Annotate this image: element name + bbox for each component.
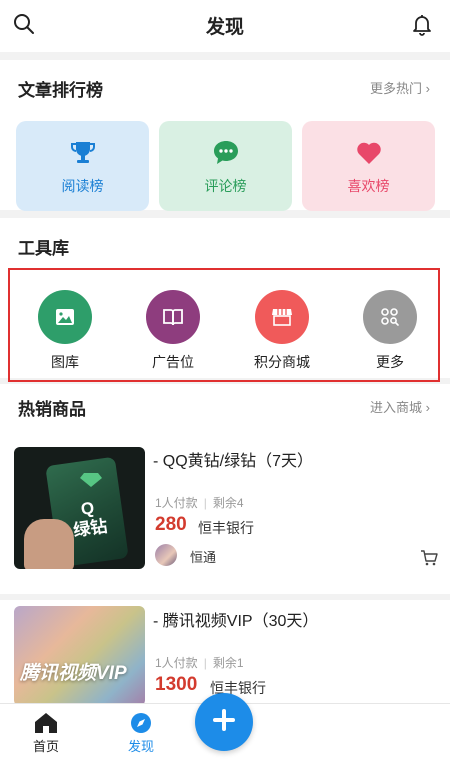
product-stats: 1人付款 | 剩余1 — [155, 656, 244, 670]
top-bar: 发现 — [0, 0, 450, 52]
read-ranking-label: 阅读榜 — [61, 178, 104, 194]
shop-icon — [255, 290, 309, 344]
product-title: - 腾讯视频VIP（30天） — [153, 613, 319, 630]
diamond-icon — [80, 473, 102, 487]
more-icon — [363, 290, 417, 344]
tab-home[interactable]: 首页 — [16, 710, 76, 755]
buyers-count: 1人付款 — [155, 496, 198, 510]
cart-icon[interactable] — [420, 549, 440, 569]
tab-label: 发现 — [127, 739, 154, 754]
tool-label: 广告位 — [152, 354, 194, 370]
enter-mall-label: 进入商城 — [370, 400, 423, 415]
plus-icon — [210, 706, 238, 739]
section-title: 热销商品 — [18, 400, 86, 419]
section-title: 工具库 — [18, 239, 69, 258]
product-stats: 1人付款 | 剩余4 — [155, 496, 244, 510]
tool-label: 更多 — [376, 354, 404, 370]
page-title: 发现 — [205, 17, 244, 38]
add-button[interactable] — [195, 693, 253, 751]
enter-mall-link[interactable]: 进入商城 › — [370, 397, 430, 416]
tools-highlight-box: 图库 广告位 积分商城 更多 — [8, 268, 440, 382]
chevron-right-icon: › — [425, 400, 430, 415]
article-ranking-section: 文章排行榜 更多热门 › 阅读榜 评论榜 喜欢榜 — [0, 60, 450, 211]
hot-products-header: 热销商品 进入商城 › — [0, 384, 450, 434]
chevron-right-icon: › — [425, 81, 430, 96]
tab-discover[interactable]: 发现 — [111, 710, 171, 755]
section-title: 文章排行榜 — [18, 81, 103, 100]
trophy-icon — [16, 139, 149, 167]
product-card[interactable]: 腾讯视频VIP - 腾讯视频VIP（30天） 1人付款 | 剩余1 1300 恒丰银… — [0, 600, 450, 706]
like-ranking-label: 喜欢榜 — [347, 178, 390, 194]
product-price: 1300 — [155, 674, 198, 695]
compass-icon — [111, 710, 171, 736]
tool-gallery[interactable]: 图库 — [25, 290, 105, 372]
more-hot-label: 更多热门 — [370, 81, 423, 96]
remaining-count: 剩余4 — [212, 496, 244, 510]
read-ranking-card[interactable]: 阅读榜 — [16, 121, 149, 211]
thumb-text: 腾讯视频VIP — [20, 663, 127, 684]
tool-label: 图库 — [51, 354, 79, 370]
product-title: - QQ黄钻/绿钻（7天） — [153, 453, 314, 470]
tab-label: 首页 — [32, 739, 59, 754]
buyers-count: 1人付款 — [155, 656, 198, 670]
remaining-count: 剩余1 — [212, 656, 244, 670]
tool-ad-slot[interactable]: 广告位 — [133, 290, 213, 372]
product-thumbnail: Q 绿钻 — [14, 447, 145, 569]
chat-icon — [159, 139, 292, 167]
bell-icon[interactable] — [410, 12, 436, 38]
hand-image — [24, 519, 74, 569]
seller-name: 恒通 — [190, 550, 217, 565]
product-thumbnail: 腾讯视频VIP — [14, 606, 145, 706]
like-ranking-card[interactable]: 喜欢榜 — [302, 121, 435, 211]
price-unit: 恒丰银行 — [198, 520, 254, 536]
product-card[interactable]: Q 绿钻 - QQ黄钻/绿钻（7天） 1人付款 | 剩余4 280 恒丰银行 恒通 — [0, 434, 450, 594]
comment-ranking-card[interactable]: 评论榜 — [159, 121, 292, 211]
home-icon — [16, 710, 76, 736]
tool-more[interactable]: 更多 — [350, 290, 430, 372]
tool-points-mall[interactable]: 积分商城 — [242, 290, 322, 372]
heart-icon — [302, 139, 435, 167]
tool-label: 积分商城 — [254, 354, 310, 370]
avatar — [155, 544, 177, 566]
image-icon — [38, 290, 92, 344]
more-hot-link[interactable]: 更多热门 › — [370, 78, 430, 97]
book-icon — [146, 290, 200, 344]
product-price: 280 — [155, 514, 187, 535]
tools-section: 工具库 图库 广告位 积分商城 更多 — [0, 218, 450, 382]
comment-ranking-label: 评论榜 — [204, 178, 247, 194]
